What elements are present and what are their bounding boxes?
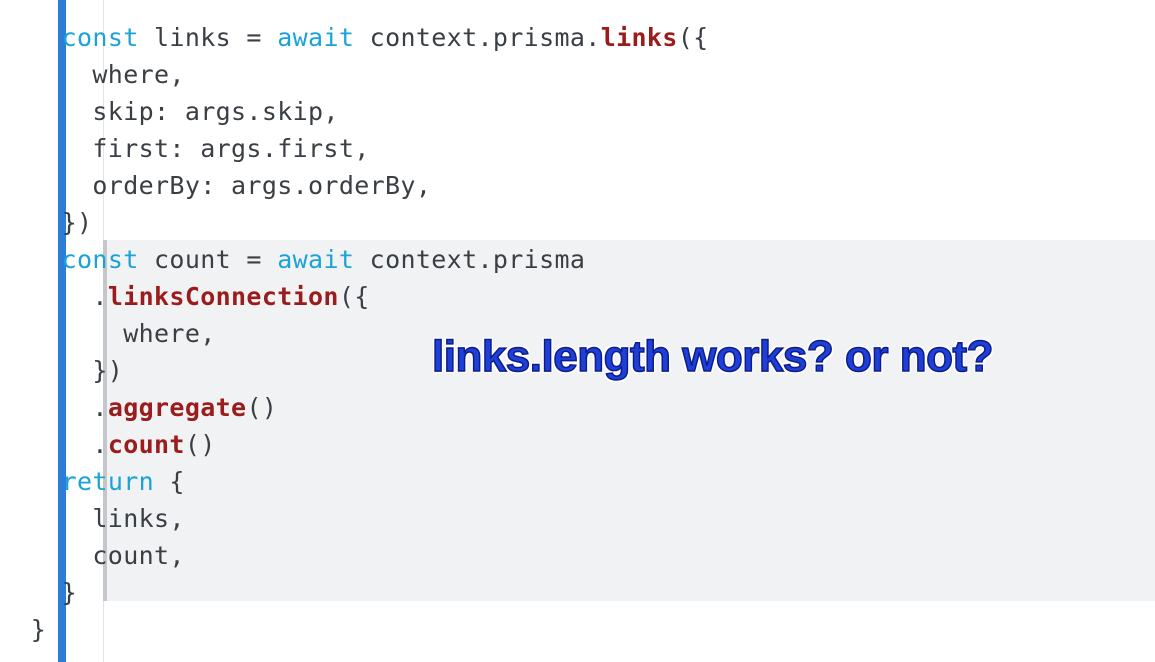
code-text: orderBy: args.orderBy, — [0, 171, 432, 200]
code-line: } — [0, 611, 709, 648]
code-method-name: linksConnection — [107, 282, 339, 311]
code-text: { — [154, 467, 185, 496]
code-text: () — [184, 430, 216, 459]
code-line: .aggregate() — [0, 389, 709, 426]
code-line: links, — [0, 500, 709, 537]
code-line: .count() — [0, 426, 709, 463]
code-line: skip: args.skip, — [0, 93, 709, 130]
code-keyword: const — [61, 245, 139, 274]
code-text: . — [0, 282, 108, 311]
code-text: } — [0, 578, 78, 607]
code-text: links, — [0, 504, 185, 533]
code-method-name: links — [600, 23, 678, 52]
code-keyword: await — [277, 23, 355, 52]
code-line: } — [0, 574, 709, 611]
code-text: }) — [0, 208, 93, 237]
code-text: count = — [138, 245, 278, 274]
code-text: ({ — [677, 23, 709, 52]
code-text: context.prisma. — [354, 23, 601, 52]
code-line: return { — [0, 463, 709, 500]
code-text: }) — [0, 356, 124, 385]
code-line: where, — [0, 56, 709, 93]
code-line: const count = await context.prisma — [0, 241, 709, 278]
code-text: () — [246, 393, 278, 422]
code-text: ({ — [338, 282, 370, 311]
code-text: skip: args.skip, — [0, 97, 339, 126]
code-line: }) — [0, 204, 709, 241]
code-text: context.prisma — [354, 245, 586, 274]
code-text: count, — [0, 541, 185, 570]
code-line: const links = await context.prisma.links… — [0, 19, 709, 56]
code-text: . — [0, 393, 108, 422]
code-line: count, — [0, 537, 709, 574]
overlay-annotation: links.length works? or not? — [431, 331, 994, 382]
code-keyword: return — [61, 467, 155, 496]
code-text: where, — [0, 60, 185, 89]
code-text: first: args.first, — [0, 134, 370, 163]
code-method-name: aggregate — [107, 393, 247, 422]
code-text: . — [0, 430, 108, 459]
code-text: } — [0, 615, 47, 644]
code-text: where, — [0, 319, 216, 348]
code-method-name: count — [107, 430, 185, 459]
code-line: .linksConnection({ — [0, 278, 709, 315]
code-keyword: await — [277, 245, 355, 274]
code-line: orderBy: args.orderBy, — [0, 167, 709, 204]
code-line: first: args.first, — [0, 130, 709, 167]
code-text: links = — [138, 23, 278, 52]
code-keyword: const — [61, 23, 139, 52]
